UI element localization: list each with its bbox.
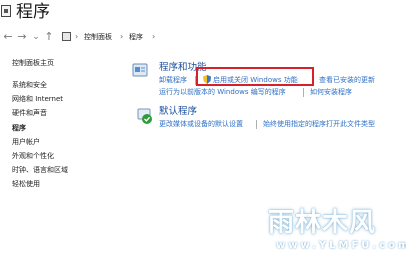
run-older-programs-link[interactable]: 运行为以前版本的 Windows 编写的程序 — [159, 87, 286, 97]
default-programs-icon — [137, 108, 152, 124]
uninstall-program-link[interactable]: 卸载程序 — [159, 75, 187, 85]
sidebar-item-system-security[interactable]: 系统和安全 — [12, 80, 47, 90]
sidebar-item-clock-region[interactable]: 时钟、语言和区域 — [12, 165, 68, 175]
back-arrow-icon[interactable]: ← — [2, 30, 14, 44]
link-divider — [303, 88, 304, 97]
forward-arrow-icon[interactable]: → — [16, 30, 28, 44]
always-open-file-type-link[interactable]: 始终使用指定的程序打开此文件类型 — [263, 119, 375, 129]
sidebar-item-hardware-sound[interactable]: 硬件和声音 — [12, 108, 47, 118]
breadcrumb-programs[interactable]: 程序 — [129, 31, 143, 43]
recent-locations-dropdown-icon[interactable]: ⌄ — [30, 30, 42, 44]
sidebar-item-ease-of-access[interactable]: 轻松使用 — [12, 179, 40, 189]
sidebar-item-network[interactable]: 网络和 Internet — [12, 94, 63, 104]
breadcrumb-control-panel[interactable]: 控制面板 — [84, 31, 112, 43]
watermark-text: 雨林木风 — [268, 208, 377, 238]
watermark-url: www.YLMFU.com — [276, 240, 406, 251]
up-arrow-icon[interactable]: ↑ — [43, 30, 55, 44]
change-default-settings-link[interactable]: 更改媒体或设备的默认设置 — [159, 119, 243, 129]
link-divider — [256, 120, 257, 129]
address-box[interactable]: › 控制面板 › 程序 › — [58, 29, 406, 46]
sidebar-item-appearance[interactable]: 外观和个性化 — [12, 151, 54, 161]
view-installed-updates-link[interactable]: 查看已安装的更新 — [319, 75, 375, 85]
control-panel-small-icon — [62, 32, 71, 41]
programs-features-icon — [132, 63, 148, 77]
sidebar-item-user-accounts[interactable]: 用户帐户 — [12, 137, 40, 147]
breadcrumb-separator[interactable]: › — [152, 31, 155, 43]
control-panel-icon — [1, 5, 11, 17]
how-to-install-link[interactable]: 如何安装程序 — [310, 87, 352, 97]
default-programs-title[interactable]: 默认程序 — [159, 106, 197, 118]
navigation-bar: ← → ⌄ ↑ › 控制面板 › 程序 › — [0, 28, 406, 48]
breadcrumb-separator[interactable]: › — [120, 31, 123, 43]
breadcrumb-separator[interactable]: › — [75, 31, 78, 43]
sidebar-item-programs[interactable]: 程序 — [12, 123, 26, 133]
sidebar-item-home[interactable]: 控制面板主页 — [12, 58, 54, 68]
watermark-logo: 雨林木风 www.YLMFU.com — [268, 196, 406, 268]
window-title: 程序 — [16, 2, 50, 22]
highlight-box — [196, 67, 314, 86]
title-bar: 程序 — [0, 0, 406, 26]
